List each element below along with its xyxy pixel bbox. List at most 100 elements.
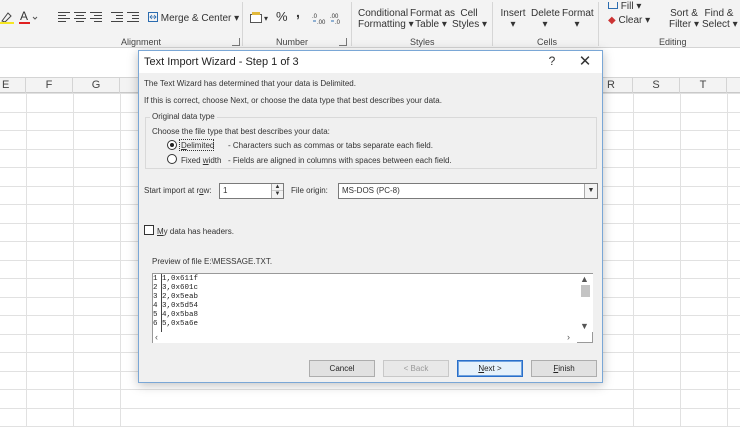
cell-styles-line2: Styles bbox=[452, 19, 480, 30]
cancel-button[interactable]: Cancel bbox=[309, 360, 375, 377]
merge-center-label: Merge & Center bbox=[160, 13, 232, 24]
preview-line-number: 4 bbox=[153, 302, 158, 310]
group-title: Original data type bbox=[150, 112, 217, 121]
sort-filter-button[interactable]: Sort & Filter ▾ bbox=[668, 8, 700, 30]
conditional-formatting-line1: Conditional bbox=[358, 8, 409, 19]
preview-horizontal-scrollbar[interactable]: ‹ › bbox=[153, 332, 577, 343]
format-label: Format bbox=[562, 8, 594, 19]
cell-styles-button[interactable]: Cell Styles ▾ bbox=[452, 8, 487, 30]
fixed-width-label[interactable]: Fixed width bbox=[181, 156, 221, 165]
scroll-thumb[interactable] bbox=[581, 285, 590, 297]
scroll-right-icon[interactable]: › bbox=[567, 332, 570, 342]
decrease-indent-icon[interactable] bbox=[111, 12, 123, 22]
file-origin-select[interactable]: MS-DOS (PC-8) ▼ bbox=[338, 183, 598, 199]
grid-column-line bbox=[633, 93, 634, 427]
delimited-label[interactable]: Delimited bbox=[181, 141, 214, 150]
file-preview-pane[interactable]: 1 1,0x611f 2 3,0x601c 3 2,0x5eab 4 3,0x5d54 … bbox=[152, 273, 593, 343]
scroll-left-icon[interactable]: ‹ bbox=[155, 332, 158, 342]
dialog-title-bar[interactable]: Text Import Wizard - Step 1 of 3 ? ✕ bbox=[139, 51, 602, 73]
column-header-g[interactable]: G bbox=[73, 78, 120, 93]
group-label-editing: Editing bbox=[659, 37, 687, 47]
fill-label: Fill bbox=[620, 1, 634, 12]
grid-column-line bbox=[727, 93, 728, 427]
align-center-icon[interactable] bbox=[74, 12, 86, 22]
start-row-spinner[interactable]: 1 ▲ ▼ bbox=[219, 183, 284, 199]
group-label-cells: Cells bbox=[537, 37, 558, 47]
preview-line-text: 1,0x611f bbox=[162, 275, 199, 283]
clear-label: Clear bbox=[618, 15, 643, 26]
find-select-line2: Select bbox=[702, 19, 730, 30]
percent-style-button[interactable]: % bbox=[276, 10, 288, 23]
spin-up-icon[interactable]: ▲ bbox=[272, 184, 283, 191]
intro-text-1: The Text Wizard has determined that your… bbox=[144, 79, 356, 88]
next-button[interactable]: Next > bbox=[457, 360, 523, 377]
group-label-alignment: Alignment bbox=[121, 37, 162, 47]
dialog-title: Text Import Wizard - Step 1 of 3 bbox=[144, 56, 299, 68]
column-header-r[interactable]: R bbox=[603, 78, 633, 93]
highlight-color-icon[interactable] bbox=[0, 10, 14, 24]
back-button[interactable]: < Back bbox=[383, 360, 449, 377]
increase-indent-icon[interactable] bbox=[127, 12, 139, 22]
svg-text:A: A bbox=[20, 9, 28, 23]
sort-filter-line2: Filter bbox=[668, 19, 692, 30]
decrease-decimal-icon[interactable]: .00.0 bbox=[330, 12, 344, 27]
format-cells-button[interactable]: Format ▾ bbox=[562, 8, 594, 30]
align-left-icon[interactable] bbox=[58, 12, 70, 22]
ribbon-separator bbox=[351, 2, 352, 46]
insert-cells-button[interactable]: Insert ▾ bbox=[500, 8, 526, 30]
svg-text:.0: .0 bbox=[335, 20, 341, 24]
ribbon: A Merge & Center ▾ ▾ % , .0.00 .00.0 Con… bbox=[0, 0, 740, 48]
comma-style-button[interactable]: , bbox=[296, 5, 300, 19]
grid-column-line bbox=[680, 93, 681, 427]
align-right-icon[interactable] bbox=[90, 12, 102, 22]
number-dialog-launcher[interactable] bbox=[339, 38, 347, 46]
help-button[interactable]: ? bbox=[545, 54, 559, 70]
file-origin-label: File origin: bbox=[291, 186, 328, 195]
merge-center-button[interactable]: Merge & Center ▾ bbox=[148, 12, 239, 24]
column-header-f[interactable]: F bbox=[26, 78, 73, 93]
column-header-e[interactable]: E bbox=[0, 78, 26, 93]
preview-vertical-scrollbar[interactable]: ▲ ▼ bbox=[577, 274, 593, 332]
delimited-radio[interactable] bbox=[167, 140, 177, 150]
close-icon[interactable]: ✕ bbox=[576, 53, 594, 71]
my-data-has-headers-label[interactable]: My data has headers. bbox=[157, 227, 234, 236]
scroll-down-icon[interactable]: ▼ bbox=[580, 321, 589, 331]
line-number-divider bbox=[161, 274, 162, 332]
delimited-description: - Characters such as commas or tabs sepa… bbox=[228, 141, 433, 150]
format-as-table-button[interactable]: Format as Table ▾ bbox=[410, 8, 455, 30]
font-color-icon[interactable]: A bbox=[18, 9, 38, 25]
spin-down-icon[interactable]: ▼ bbox=[272, 191, 283, 198]
find-select-button[interactable]: Find & Select ▾ bbox=[702, 8, 738, 30]
eraser-icon: ◆ bbox=[608, 15, 616, 26]
start-row-value[interactable]: 1 bbox=[223, 186, 227, 195]
intro-text-2: If this is correct, choose Next, or choo… bbox=[144, 96, 442, 105]
accounting-dropdown-icon[interactable]: ▾ bbox=[264, 13, 268, 24]
finish-button[interactable]: Finish bbox=[531, 360, 597, 377]
column-header-s[interactable]: S bbox=[633, 78, 680, 93]
start-import-label: Start import at row: bbox=[144, 186, 212, 195]
choose-file-type-label: Choose the file type that best describes… bbox=[152, 127, 330, 136]
preview-line-text: 5,0x5a6e bbox=[162, 320, 199, 328]
my-data-has-headers-checkbox[interactable] bbox=[144, 225, 154, 235]
increase-decimal-icon[interactable]: .0.00 bbox=[312, 12, 326, 27]
alignment-dialog-launcher[interactable] bbox=[232, 38, 240, 46]
chevron-down-icon[interactable]: ▼ bbox=[584, 184, 597, 198]
file-origin-value: MS-DOS (PC-8) bbox=[342, 186, 400, 195]
preview-lines: 1 1,0x611f 2 3,0x601c 3 2,0x5eab 4 3,0x5d54 … bbox=[153, 274, 577, 332]
fixed-width-radio[interactable] bbox=[167, 154, 177, 164]
preview-label: Preview of file E:\MESSAGE.TXT. bbox=[152, 257, 273, 266]
text-import-wizard-dialog: Text Import Wizard - Step 1 of 3 ? ✕ The… bbox=[138, 50, 603, 383]
clear-button[interactable]: ◆ Clear ▾ bbox=[608, 15, 650, 26]
grid-column-line bbox=[26, 93, 27, 427]
column-header-t[interactable]: T bbox=[680, 78, 727, 93]
sort-filter-line1: Sort & bbox=[670, 8, 698, 19]
preview-line-number: 1 bbox=[153, 275, 158, 283]
conditional-formatting-button[interactable]: Conditional Formatting ▾ bbox=[358, 8, 414, 30]
fixed-width-description: - Fields are aligned in columns with spa… bbox=[228, 156, 452, 165]
accounting-format-icon[interactable] bbox=[250, 12, 262, 26]
fill-button[interactable]: Fill ▾ bbox=[608, 1, 641, 12]
preview-line-number: 2 bbox=[153, 284, 158, 292]
scroll-up-icon[interactable]: ▲ bbox=[580, 274, 589, 284]
preview-line-text: 2,0x5eab bbox=[162, 293, 199, 301]
delete-cells-button[interactable]: Delete ▾ bbox=[531, 8, 560, 30]
